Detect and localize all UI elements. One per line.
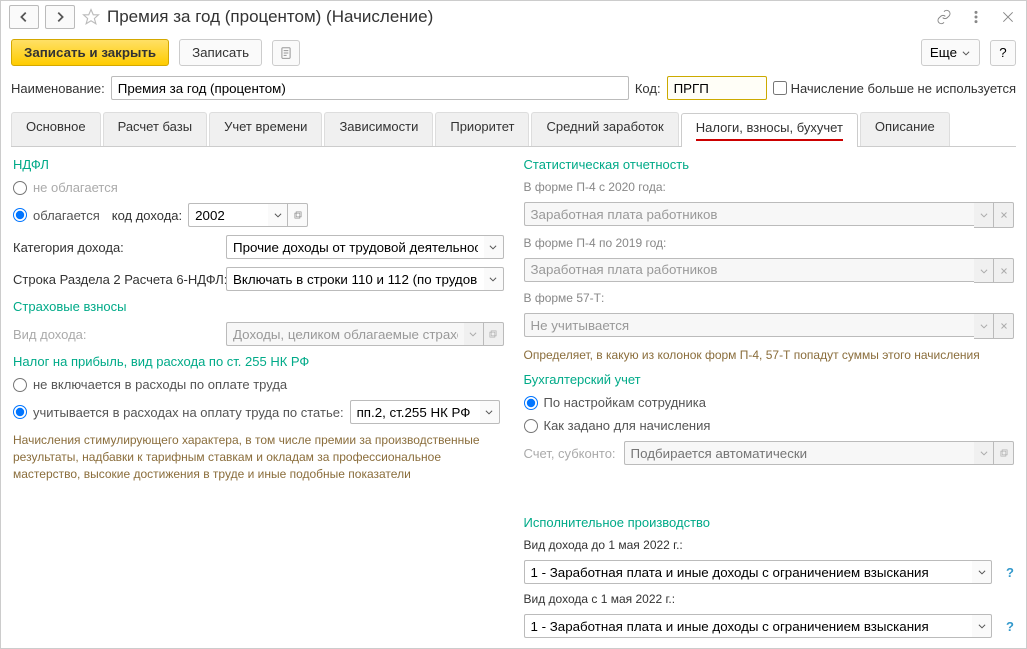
income-category-input[interactable] [226, 235, 484, 259]
more-button[interactable]: Еще [921, 39, 980, 66]
after-may-label: Вид дохода с 1 мая 2022 г.: [524, 592, 1015, 606]
income-code-label: код дохода: [112, 208, 182, 223]
bu-title: Бухгалтерский учет [524, 372, 1015, 387]
help-icon[interactable]: ? [1006, 565, 1014, 580]
tab-priority[interactable]: Приоритет [435, 112, 529, 146]
nav-back-button[interactable] [9, 5, 39, 29]
income-category-label: Категория дохода: [13, 240, 218, 255]
open-icon[interactable] [288, 203, 308, 227]
p4-2020-input [524, 202, 975, 226]
code-label: Код: [635, 81, 661, 96]
before-may-input[interactable] [524, 560, 973, 584]
help-icon[interactable]: ? [1006, 619, 1014, 634]
profit-note: Начисления стимулирующего характера, в т… [13, 432, 504, 482]
save-close-button[interactable]: Записать и закрыть [11, 39, 169, 66]
line6-input[interactable] [226, 267, 484, 291]
tab-avg[interactable]: Средний заработок [531, 112, 678, 146]
p4-2019-label: В форме П-4 по 2019 год: [524, 236, 1015, 250]
income-code-input[interactable] [188, 203, 268, 227]
bu-employee-radio[interactable] [524, 396, 538, 410]
stat-note: Определяет, в какую из колонок форм П-4,… [524, 347, 1015, 364]
not-used-label: Начисление больше не используется [791, 81, 1016, 96]
before-may-label: Вид дохода до 1 мая 2022 г.: [524, 538, 1015, 552]
close-icon[interactable] [998, 7, 1018, 27]
save-button[interactable]: Записать [179, 39, 262, 66]
exec-title: Исполнительное производство [524, 515, 1015, 530]
t57-label: В форме 57-Т: [524, 291, 1015, 305]
chevron-down-icon[interactable] [484, 267, 504, 291]
code-input[interactable] [667, 76, 767, 100]
name-input[interactable] [111, 76, 629, 100]
chevron-down-icon[interactable] [464, 322, 484, 346]
t57-input [524, 313, 975, 337]
chevron-down-icon[interactable] [972, 560, 992, 584]
profit-article-input[interactable] [350, 400, 480, 424]
insurance-title: Страховые взносы [13, 299, 504, 314]
link-icon[interactable] [934, 7, 954, 27]
ndfl-not-taxed-radio[interactable] [13, 181, 27, 195]
chevron-down-icon[interactable] [268, 203, 288, 227]
tab-taxes[interactable]: Налоги, взносы, бухучет [681, 113, 858, 147]
ndfl-title: НДФЛ [13, 157, 504, 172]
chevron-down-icon[interactable] [484, 235, 504, 259]
clear-icon[interactable] [994, 258, 1014, 284]
profit-not-expense-label: не включается в расходы по оплате труда [33, 377, 287, 392]
line6-label: Строка Раздела 2 Расчета 6-НДФЛ: [13, 272, 218, 287]
not-used-checkbox[interactable] [773, 81, 787, 95]
bu-employee-label: По настройкам сотрудника [544, 395, 706, 410]
clear-icon[interactable] [994, 313, 1014, 339]
ndfl-taxed-label: облагается [33, 208, 100, 223]
window-title: Премия за год (процентом) (Начисление) [107, 7, 928, 27]
chevron-down-icon[interactable] [480, 400, 500, 424]
tab-description[interactable]: Описание [860, 112, 950, 146]
chevron-down-icon[interactable] [972, 614, 992, 638]
chevron-down-icon[interactable] [974, 441, 994, 465]
name-label: Наименование: [11, 81, 105, 96]
account-label: Счет, субконто: [524, 446, 616, 461]
profit-not-expense-radio[interactable] [13, 378, 27, 392]
nav-forward-button[interactable] [45, 5, 75, 29]
account-input [624, 441, 974, 465]
income-type-input [226, 322, 464, 346]
clear-icon[interactable] [994, 202, 1014, 228]
after-may-input[interactable] [524, 614, 973, 638]
p4-2020-label: В форме П-4 с 2020 года: [524, 180, 1015, 194]
favorite-star-icon[interactable] [81, 7, 101, 27]
more-label: Еще [930, 45, 957, 60]
stat-title: Статистическая отчетность [524, 157, 1015, 172]
open-icon[interactable] [994, 441, 1014, 465]
tab-main[interactable]: Основное [11, 112, 101, 146]
chevron-down-icon[interactable] [974, 313, 994, 339]
ndfl-taxed-radio[interactable] [13, 208, 27, 222]
tab-base[interactable]: Расчет базы [103, 112, 208, 146]
profit-expense-label: учитывается в расходах на оплату труда п… [33, 405, 344, 420]
chevron-down-icon[interactable] [974, 258, 994, 284]
bu-set-label: Как задано для начисления [544, 418, 711, 433]
income-type-label: Вид дохода: [13, 327, 218, 342]
help-button[interactable]: ? [990, 40, 1016, 66]
document-icon[interactable] [272, 40, 300, 66]
bu-set-radio[interactable] [524, 419, 538, 433]
profit-expense-radio[interactable] [13, 405, 27, 419]
profit-title: Налог на прибыль, вид расхода по ст. 255… [13, 354, 504, 369]
open-icon[interactable] [484, 322, 504, 346]
kebab-menu-icon[interactable] [966, 7, 986, 27]
chevron-down-icon[interactable] [974, 202, 994, 228]
tab-deps[interactable]: Зависимости [324, 112, 433, 146]
p4-2019-input [524, 258, 975, 282]
tab-bar: Основное Расчет базы Учет времени Зависи… [11, 112, 1016, 147]
tab-time[interactable]: Учет времени [209, 112, 322, 146]
ndfl-not-taxed-label: не облагается [33, 180, 118, 195]
